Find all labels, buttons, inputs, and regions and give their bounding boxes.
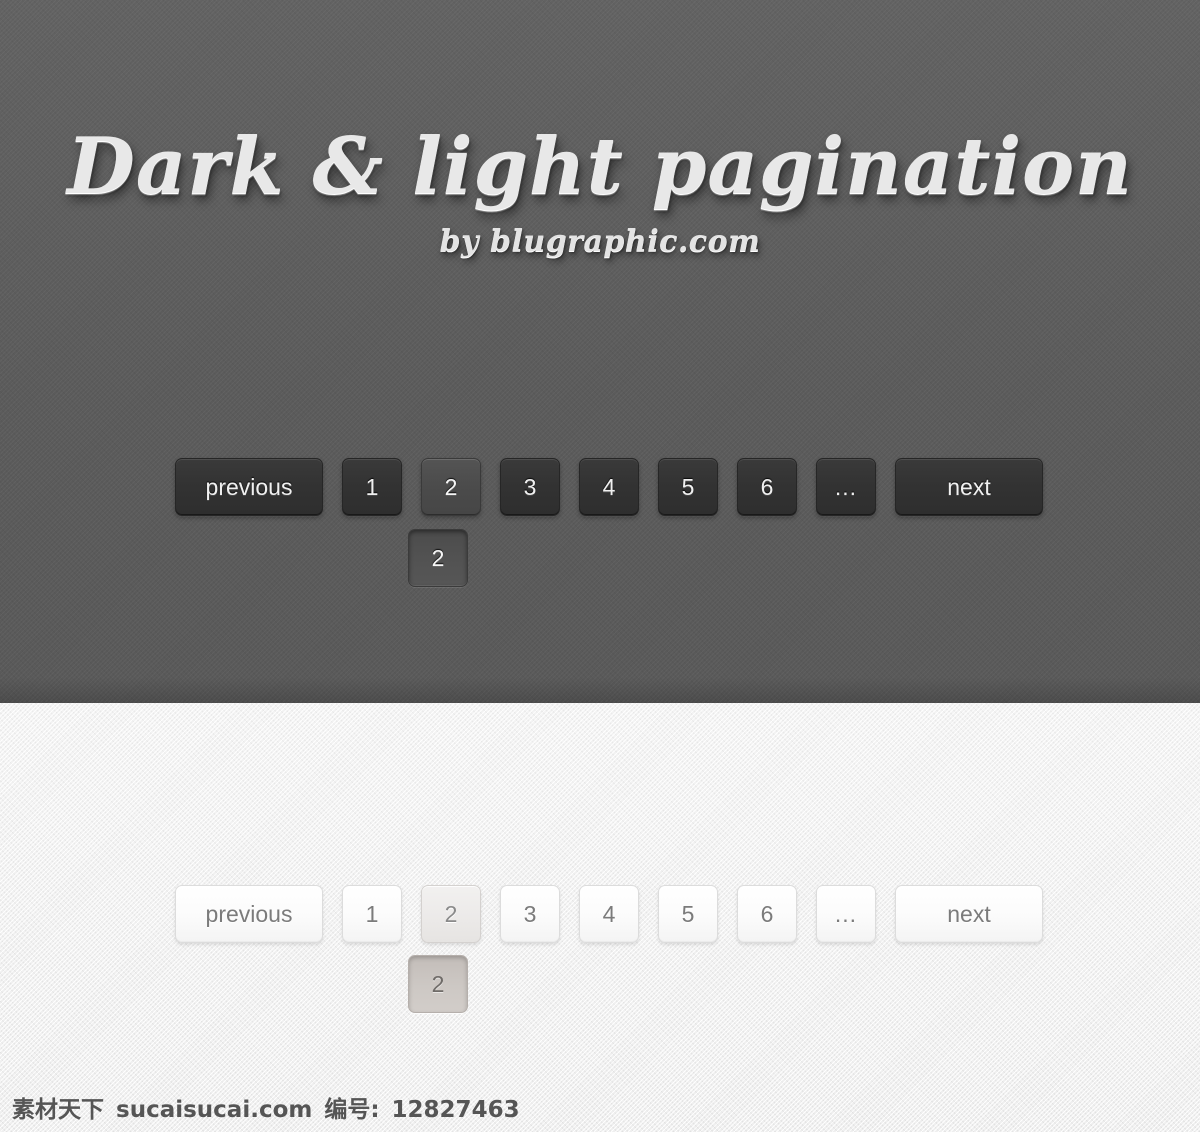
light-next-button[interactable]: next [895, 885, 1043, 943]
dark-page-button-2-pressed[interactable]: 2 [408, 529, 468, 587]
dark-page-button-6[interactable]: 6 [737, 458, 797, 516]
dark-page-button-1[interactable]: 1 [342, 458, 402, 516]
light-pagination-pressed-state: 2 [408, 955, 468, 1013]
light-page-button-2[interactable]: 2 [421, 885, 481, 943]
watermark-site-cn: 素材天下 [12, 1097, 104, 1123]
page-title: Dark & light pagination [67, 121, 1133, 212]
dark-theme-section: Dark & light pagination by blugraphic.co… [0, 0, 1200, 703]
dark-pagination-pressed-state: 2 [408, 529, 468, 587]
light-ellipsis-button[interactable]: ... [816, 885, 876, 943]
watermark-id-number: 12827463 [391, 1097, 520, 1123]
watermark-id-label: 编号: [324, 1097, 380, 1123]
dark-next-button[interactable]: next [895, 458, 1043, 516]
dark-page-button-4[interactable]: 4 [579, 458, 639, 516]
dark-pagination: previous 1 2 3 4 5 6 ... next [175, 458, 1043, 516]
light-previous-button[interactable]: previous [175, 885, 323, 943]
light-page-button-3[interactable]: 3 [500, 885, 560, 943]
light-page-button-1[interactable]: 1 [342, 885, 402, 943]
watermark: 素材天下 sucaisucai.com 编号: 12827463 [12, 1090, 520, 1124]
page-root: Dark & light pagination by blugraphic.co… [0, 0, 1200, 1132]
dark-ellipsis-button[interactable]: ... [816, 458, 876, 516]
header-block: Dark & light pagination by blugraphic.co… [0, 126, 1200, 259]
page-subtitle: by blugraphic.com [439, 223, 761, 259]
dark-previous-button[interactable]: previous [175, 458, 323, 516]
light-page-button-2-pressed[interactable]: 2 [408, 955, 468, 1013]
light-page-button-5[interactable]: 5 [658, 885, 718, 943]
watermark-site-url: sucaisucai.com [116, 1097, 313, 1123]
light-page-button-6[interactable]: 6 [737, 885, 797, 943]
dark-page-button-3[interactable]: 3 [500, 458, 560, 516]
light-page-button-4[interactable]: 4 [579, 885, 639, 943]
dark-page-button-5[interactable]: 5 [658, 458, 718, 516]
light-theme-section: previous 1 2 3 4 5 6 ... next 2 [0, 703, 1200, 1132]
light-pagination: previous 1 2 3 4 5 6 ... next [175, 885, 1043, 943]
dark-page-button-2[interactable]: 2 [421, 458, 481, 516]
